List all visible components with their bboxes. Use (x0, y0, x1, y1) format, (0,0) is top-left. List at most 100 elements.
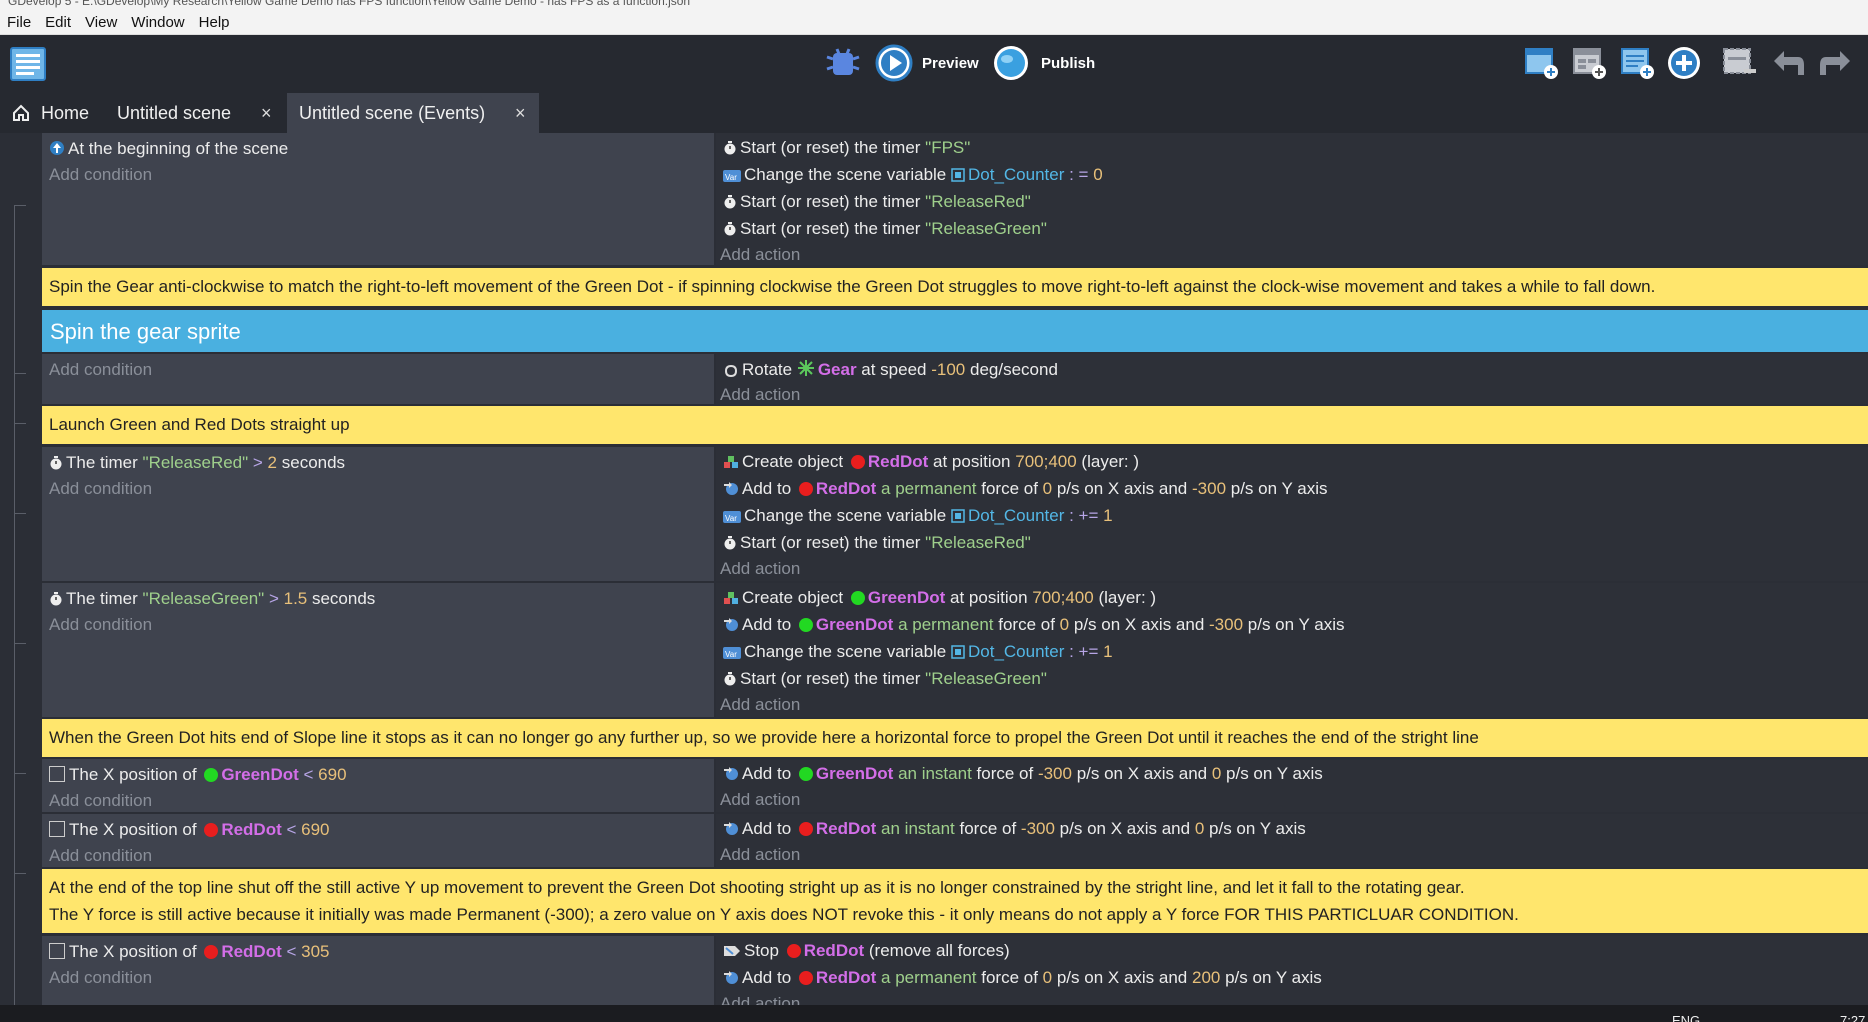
timer-name: "ReleaseRed" (925, 192, 1031, 211)
events-sheet: At the beginning of the scene Add condit… (0, 133, 1868, 1005)
action-row[interactable]: Create object RedDot at position 700;400… (723, 452, 1139, 472)
event-conditions[interactable]: Add condition (42, 354, 714, 404)
action-row[interactable]: Add to GreenDot an instant force of -300… (723, 764, 1323, 784)
delete-event-icon[interactable] (1722, 45, 1758, 81)
add-condition-link[interactable]: Add condition (49, 968, 152, 988)
project-manager-icon[interactable] (10, 47, 46, 81)
clock[interactable]: 7:27 (1840, 1013, 1865, 1022)
action-row[interactable]: Create object GreenDot at position 700;4… (723, 588, 1156, 608)
event-conditions[interactable]: The X position of RedDot < 690 Add condi… (42, 814, 714, 867)
action-row[interactable]: Add to GreenDot a permanent force of 0 p… (723, 615, 1344, 635)
event-conditions[interactable]: The timer "ReleaseGreen" > 1.5 seconds A… (42, 583, 714, 717)
close-icon[interactable]: × (515, 93, 526, 133)
invert-checkbox[interactable] (49, 943, 65, 959)
tab-home[interactable]: Home (0, 93, 105, 133)
add-condition-link[interactable]: Add condition (49, 791, 152, 811)
condition-row[interactable]: The timer "ReleaseGreen" > 1.5 seconds (49, 589, 375, 609)
condition-row[interactable]: The X position of RedDot < 690 (49, 820, 330, 840)
add-action-link[interactable]: Add action (720, 385, 800, 405)
menu-edit[interactable]: Edit (38, 10, 78, 31)
add-condition-link[interactable]: Add condition (49, 165, 152, 185)
preview-button[interactable]: Preview (922, 55, 979, 72)
add-comment-icon[interactable] (1620, 45, 1656, 81)
action-text: Change the scene variable (744, 165, 951, 184)
undo-icon[interactable] (1770, 47, 1806, 79)
operator: : += (1069, 642, 1099, 661)
close-icon[interactable]: × (261, 93, 272, 133)
operator: > (264, 589, 284, 608)
add-action-link[interactable]: Add action (720, 994, 800, 1005)
action-row[interactable]: Rotate Gear at speed -100 deg/second (723, 359, 1058, 380)
add-action-link[interactable]: Add action (720, 695, 800, 715)
add-condition-link[interactable]: Add condition (49, 615, 152, 635)
event-conditions[interactable]: The timer "ReleaseRed" > 2 seconds Add c… (42, 447, 714, 581)
object-name: Gear (817, 360, 857, 379)
comment-block[interactable]: Spin the Gear anti-clockwise to match th… (42, 268, 1868, 306)
menu-file[interactable]: File (0, 10, 38, 31)
comment-block[interactable]: Launch Green and Red Dots straight up (42, 406, 1868, 444)
action-row[interactable]: Start (or reset) the timer "ReleaseGreen… (723, 219, 1047, 239)
toolbar: Preview Publish (0, 35, 1868, 93)
add-subevent-icon[interactable] (1572, 45, 1608, 81)
add-plus-icon[interactable] (1666, 45, 1702, 81)
debugger-icon[interactable] (825, 45, 861, 81)
action-row[interactable]: Add to RedDot an instant force of -300 p… (723, 819, 1306, 839)
action-row[interactable]: Var Change the scene variable Dot_Counter… (723, 165, 1103, 185)
add-action-link[interactable]: Add action (720, 559, 800, 579)
tree-tick (14, 423, 26, 424)
add-condition-link[interactable]: Add condition (49, 846, 152, 866)
event-actions[interactable]: Start (or reset) the timer "FPS" Var Chan… (716, 133, 1868, 265)
action-row[interactable]: Stop RedDot (remove all forces) (723, 941, 1010, 961)
action-row[interactable]: Add to RedDot a permanent force of 0 p/s… (723, 479, 1327, 499)
add-action-link[interactable]: Add action (720, 790, 800, 810)
add-action-link[interactable]: Add action (720, 845, 800, 865)
action-text: p/s on Y axis (1220, 968, 1322, 987)
timer-name: "ReleaseGreen" (925, 669, 1047, 688)
add-condition-link[interactable]: Add condition (49, 360, 152, 380)
value: 0 (1194, 819, 1205, 838)
event-conditions[interactable]: At the beginning of the scene Add condit… (42, 133, 714, 265)
action-text: p/s on X axis and (1054, 819, 1195, 838)
event-actions[interactable]: Add to RedDot an instant force of -300 p… (716, 814, 1868, 867)
group-header[interactable]: Spin the gear sprite (42, 310, 1868, 352)
red-dot-icon (798, 822, 813, 836)
preview-play-icon[interactable] (875, 44, 913, 82)
condition-row[interactable]: At the beginning of the scene (49, 139, 288, 159)
menu-window[interactable]: Window (124, 10, 191, 31)
action-row[interactable]: Var Change the scene variable Dot_Counter… (723, 642, 1113, 662)
action-row[interactable]: Add to RedDot a permanent force of 0 p/s… (723, 968, 1322, 988)
redo-icon[interactable] (1818, 47, 1854, 79)
action-row[interactable]: Start (or reset) the timer "FPS" (723, 138, 970, 158)
language-indicator[interactable]: ENG (1672, 1013, 1700, 1022)
add-condition-link[interactable]: Add condition (49, 479, 152, 499)
publish-button[interactable]: Publish (1041, 55, 1095, 72)
tab-untitled-scene[interactable]: Untitled scene × (105, 93, 283, 133)
comment-block[interactable]: When the Green Dot hits end of Slope lin… (42, 719, 1868, 757)
action-row[interactable]: Var Change the scene variable Dot_Counter… (723, 506, 1113, 526)
event-actions[interactable]: Create object RedDot at position 700;400… (716, 447, 1868, 581)
invert-checkbox[interactable] (49, 766, 65, 782)
invert-checkbox[interactable] (49, 821, 65, 837)
event-actions[interactable]: Rotate Gear at speed -100 deg/second Add… (716, 354, 1868, 404)
menu-view[interactable]: View (78, 10, 124, 31)
action-row[interactable]: Start (or reset) the timer "ReleaseRed" (723, 192, 1031, 212)
publish-globe-icon[interactable] (992, 44, 1030, 82)
action-row[interactable]: Start (or reset) the timer "ReleaseGreen… (723, 669, 1047, 689)
menu-help[interactable]: Help (192, 10, 237, 31)
tab-untitled-scene-events[interactable]: Untitled scene (Events) × (287, 93, 539, 133)
condition-row[interactable]: The X position of GreenDot < 690 (49, 765, 347, 785)
event-actions[interactable]: Create object GreenDot at position 700;4… (716, 583, 1868, 717)
event-conditions[interactable]: The X position of GreenDot < 690 Add con… (42, 759, 714, 812)
event-actions[interactable]: Add to GreenDot an instant force of -300… (716, 759, 1868, 812)
timer-icon (724, 141, 736, 155)
green-dot-icon (850, 591, 865, 605)
condition-row[interactable]: The timer "ReleaseRed" > 2 seconds (49, 453, 345, 473)
action-row[interactable]: Start (or reset) the timer "ReleaseRed" (723, 533, 1031, 553)
event-actions[interactable]: Stop RedDot (remove all forces) Add to R… (716, 936, 1868, 1005)
add-action-link[interactable]: Add action (720, 245, 800, 265)
add-event-icon[interactable] (1524, 45, 1560, 81)
event-conditions[interactable]: The X position of RedDot < 305 Add condi… (42, 936, 714, 1005)
condition-row[interactable]: The X position of RedDot < 305 (49, 942, 330, 962)
comment-block[interactable]: At the end of the top line shut off the … (42, 869, 1868, 933)
timer-icon (724, 536, 736, 550)
